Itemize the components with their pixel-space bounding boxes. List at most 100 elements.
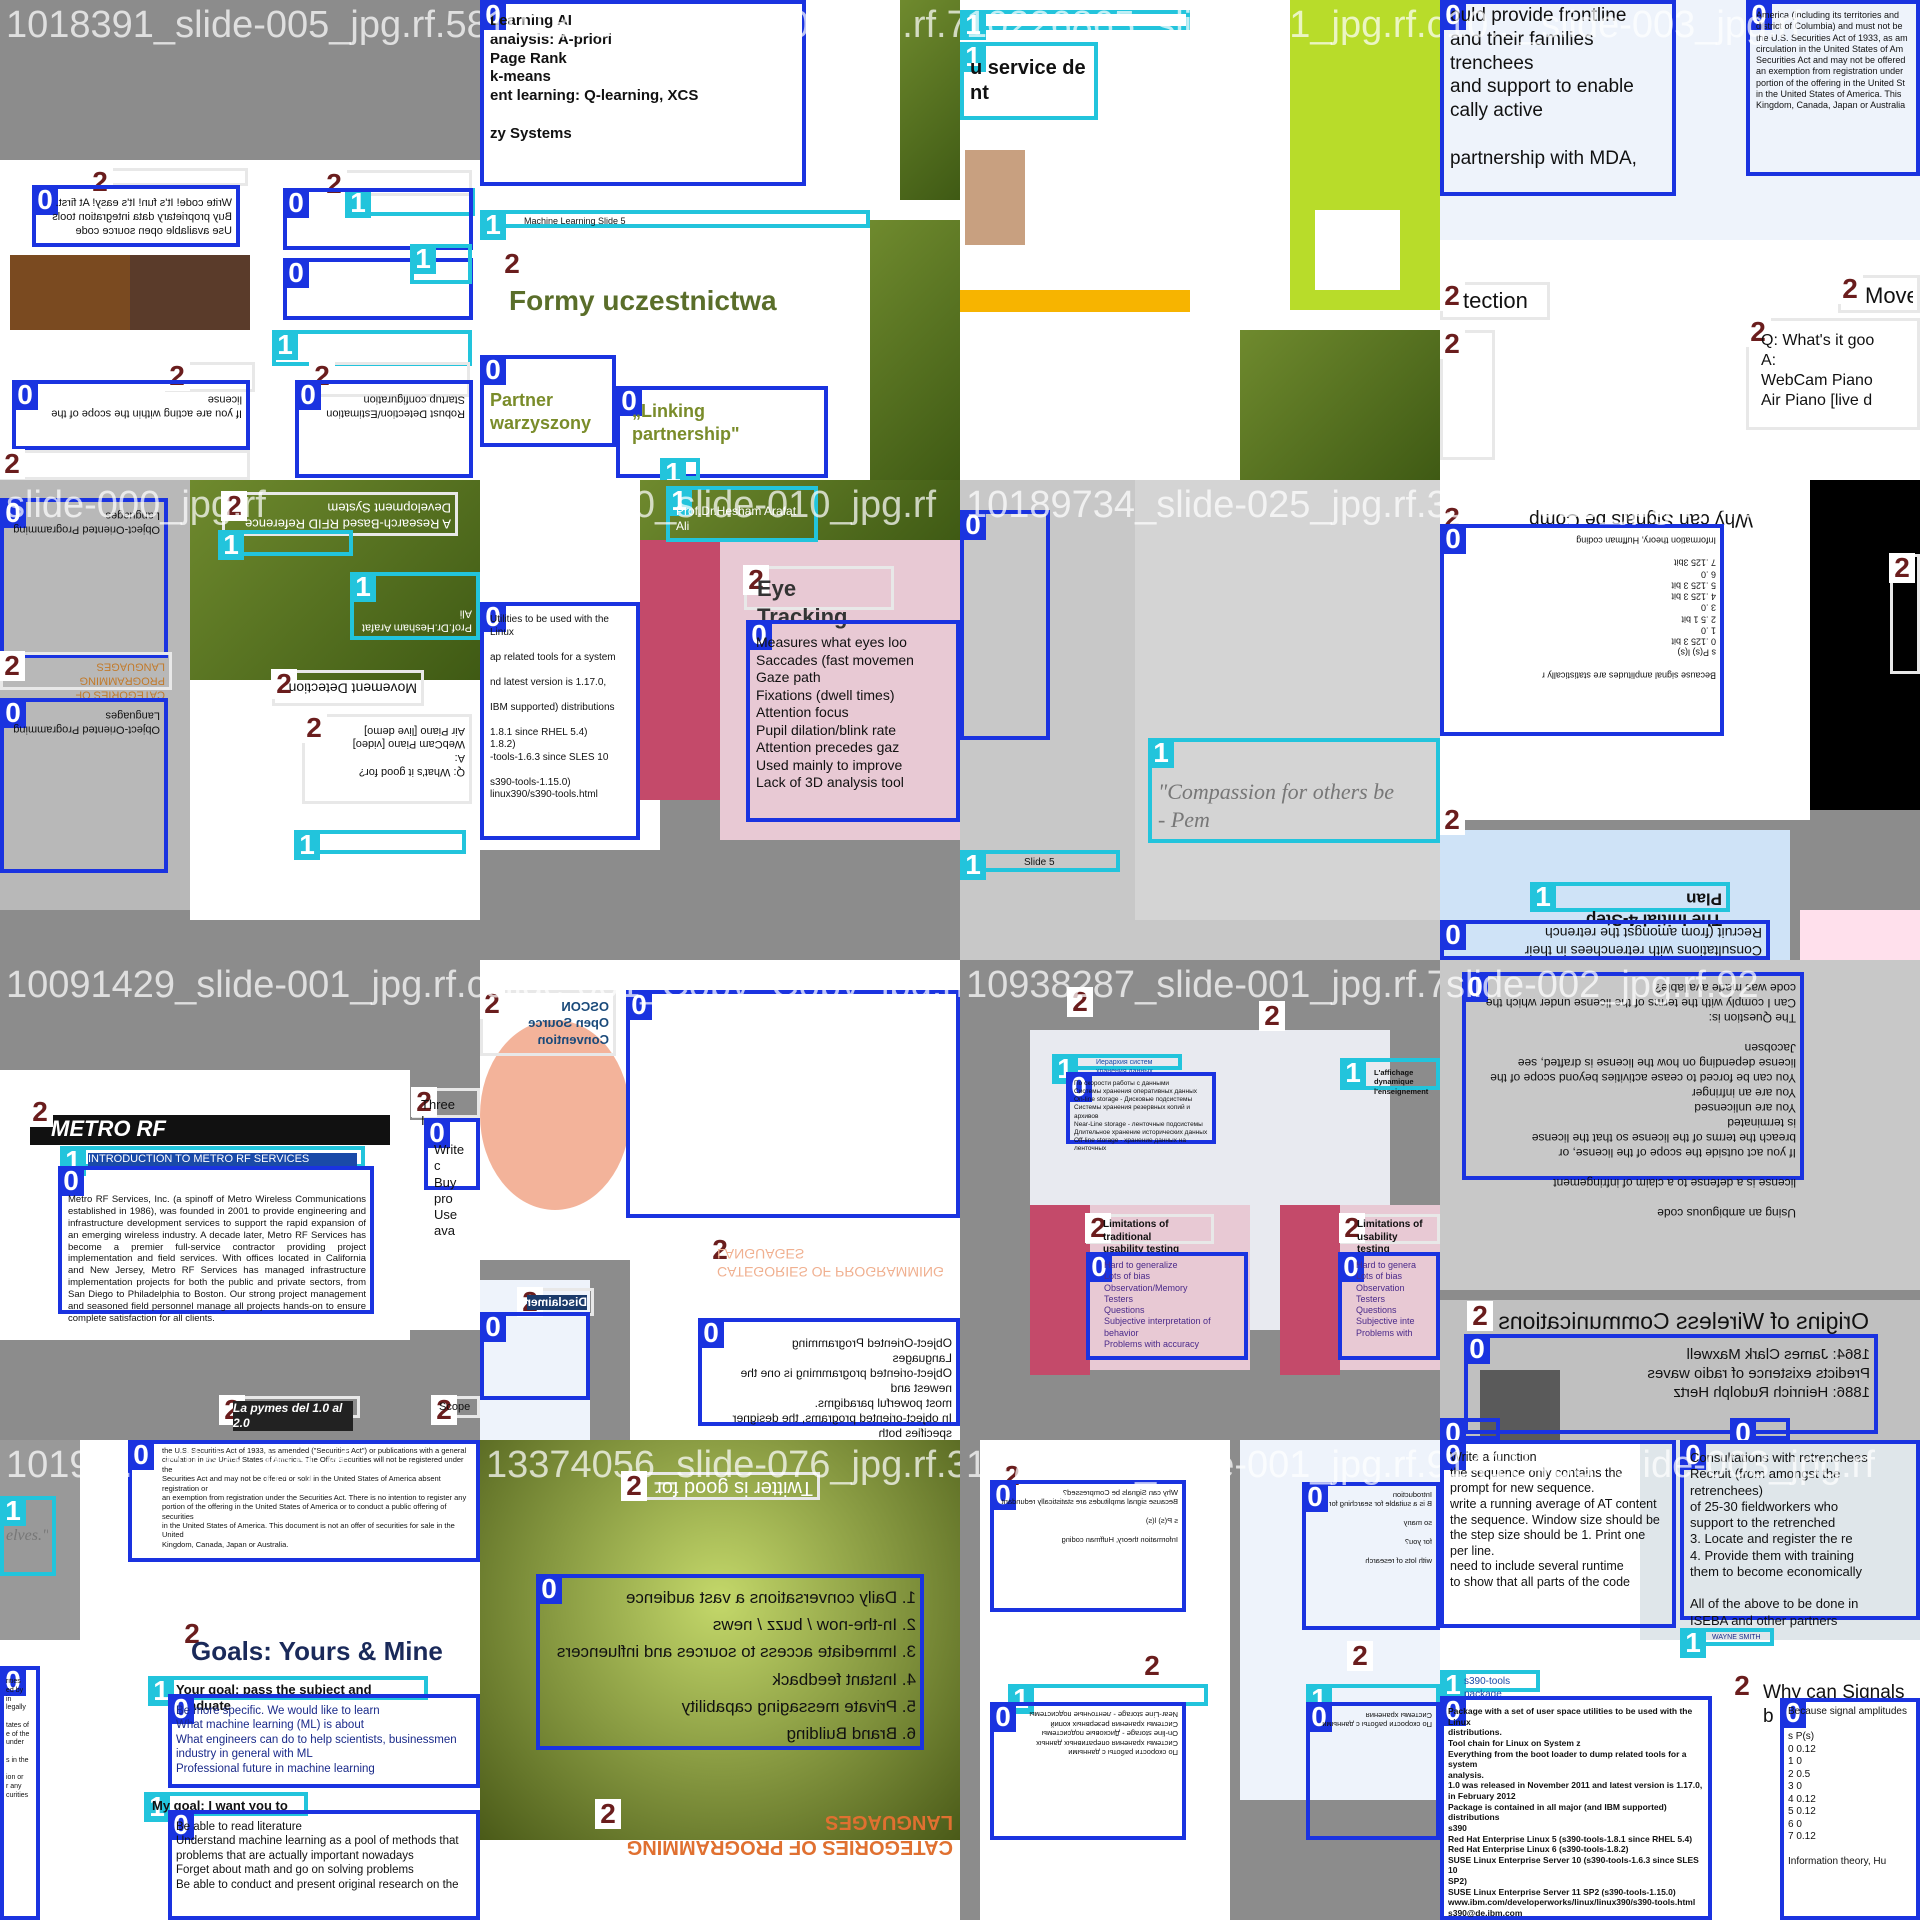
detection-box: 1 bbox=[218, 530, 353, 560]
tile-filename: slide-001_Copy_Copy_jpg.rf bbox=[486, 964, 960, 1006]
tile-filename: 1418433_slide-003_jpg.rf bbox=[1446, 1444, 1875, 1486]
box-text: Write code! It's fun! It's easy! At firs… bbox=[52, 197, 232, 237]
class-label: 2 bbox=[1440, 805, 1465, 835]
detection-box: 0 bbox=[960, 510, 1050, 740]
tile-12: slide-002_jpg.rf.92 0 Using an ambiguous … bbox=[1440, 960, 1920, 1440]
tile-filename: 13374056_slide-076_jpg.rf.36 bbox=[486, 1444, 960, 1486]
box-text: Origins of Wireless Communications bbox=[1498, 1308, 1869, 1334]
detection-box: 1 elves." bbox=[0, 1496, 56, 1576]
detection-box: 1 The Initial 4-Step Plan bbox=[1530, 882, 1730, 930]
class-label: 2 bbox=[27, 1097, 53, 1127]
box-text: Be able to read literature Understand ma… bbox=[176, 1821, 459, 1891]
tile-6: 10184750_slide-010_jpg.rf 1 Prof.Dr.Hesha… bbox=[480, 480, 960, 960]
class-label: 1 bbox=[480, 210, 506, 240]
detection-box: 1 bbox=[294, 830, 466, 860]
detection-box: 2 Limitations of usability testing bbox=[1339, 1213, 1440, 1255]
detection-box: 0 Package with a set of user space utilit… bbox=[1440, 1696, 1712, 1920]
tile-1: 1018391_slide-005_jpg.rf.58 2 0 Write cod… bbox=[0, 0, 480, 480]
detection-box: 0 1. Daily conversations a vast audience … bbox=[536, 1574, 924, 1750]
tile-8: slide-026_jpg.rf.43 2 Why can Signals be … bbox=[1440, 480, 1920, 960]
logo bbox=[1315, 210, 1400, 290]
detection-box: 2Moven bbox=[1837, 274, 1920, 313]
detection-box: 0 bbox=[626, 990, 960, 1218]
tile-filename: 10184750_slide-010_jpg.rf bbox=[486, 484, 937, 526]
box-text: Measures what eyes loo Saccades (fast mo… bbox=[756, 634, 914, 790]
class-label: 1 bbox=[960, 850, 986, 880]
box-text: Goals: Yours & Mine bbox=[191, 1636, 443, 1666]
tile-filename: 10091429_slide-001_jpg.rf.c bbox=[6, 964, 480, 1006]
detection-box: 0 1864: James Clark Maxwell Predicts exis… bbox=[1464, 1334, 1878, 1434]
class-label: 0 bbox=[283, 188, 309, 218]
detection-box: 0 По скорости работы с данными Системы хр… bbox=[1066, 1072, 1216, 1152]
slide-decoration bbox=[1800, 910, 1920, 960]
tile-filename: 10189734_slide-025_jpg.rf.3 bbox=[966, 484, 1440, 526]
tile-filename: 13790063_slide-001_jpg.rf.90 bbox=[966, 1444, 1440, 1486]
class-label: 0 bbox=[1440, 920, 1466, 950]
detection-box: 0 bbox=[283, 188, 473, 250]
detection-box: 2 bbox=[1139, 1651, 1200, 1682]
detection-box: 0 Write c Buy pro Use ava bbox=[424, 1118, 480, 1238]
box-text: Disclaimer bbox=[527, 1295, 587, 1310]
box-text: Q: What's it good for? A: WebCam Piano [… bbox=[352, 724, 465, 778]
tile-filename: slide-002_jpg.rf.92 bbox=[1446, 964, 1759, 1006]
class-label: 2 bbox=[1139, 1651, 1165, 1681]
tile-filename: 10226865_slide-001_jpg.rf.c bbox=[966, 4, 1440, 46]
detection-box: 0 Hard to generalize Lots of bias Observa… bbox=[1086, 1252, 1248, 1360]
slide-decoration bbox=[870, 220, 960, 480]
class-label: 0 bbox=[480, 1312, 506, 1342]
detection-box: 2 Q: What's it goo A: WebCam Piano Air Pi… bbox=[1745, 317, 1920, 430]
tile-14: 13374056_slide-076_jpg.rf.36 2 Twitter is… bbox=[480, 1440, 960, 1920]
detection-box: 0 Utilities to be used with the Linux ap … bbox=[480, 602, 640, 840]
detection-box: 1 s390-tools package bbox=[1440, 1670, 1540, 1700]
box-text: "Compassion for others be - Pem bbox=[1158, 779, 1394, 832]
photo bbox=[10, 255, 130, 330]
detection-box: 2 bbox=[87, 167, 248, 197]
box-text: Robust Detection/Estimation Startup conf… bbox=[326, 393, 465, 420]
detection-box: 1 Slide 5 bbox=[960, 850, 1120, 880]
box-text: Q: What's it goo A: WebCam Piano Air Pia… bbox=[1761, 332, 1875, 409]
box-text: Be more specific. We would like to learn… bbox=[176, 1705, 457, 1775]
detection-box: 2 Movement Detection bbox=[271, 669, 424, 706]
class-label: 2 bbox=[1440, 281, 1465, 311]
box-text: CATEGORIES OF PROGRAMMING LANGUAGES bbox=[717, 1246, 944, 1281]
class-label: 1 bbox=[410, 244, 436, 274]
detection-box: 0 Because signal amplitudes are statistic… bbox=[1440, 524, 1724, 736]
detection-box: 2 Eye Tracking bbox=[743, 565, 894, 629]
box-text: Metro RF Services, Inc. (a spinoff of Me… bbox=[68, 1194, 366, 1324]
detection-box: 0 Because signal amplitudes s P(s) 0 0.12… bbox=[1780, 1698, 1920, 1920]
class-label: 2 bbox=[499, 249, 525, 279]
box-text: „Linking partnership" bbox=[632, 401, 740, 444]
detection-box: 2 tection bbox=[1440, 281, 1550, 320]
box-text: u service de nt bbox=[970, 57, 1086, 104]
detection-box: 2 CATEGORIES OF PROGRAMMING LANGUAGES bbox=[595, 1799, 960, 1870]
class-label: 2 bbox=[1347, 1641, 1373, 1671]
detection-box: 0 Be able to read literature Understand m… bbox=[168, 1810, 480, 1920]
class-label: 1 bbox=[350, 572, 376, 602]
gdc-banner bbox=[640, 540, 720, 800]
detection-box: 1 L'affichage dynamique l'enseignement bbox=[1340, 1058, 1440, 1096]
detection-box: 2Three Imp bbox=[411, 1087, 480, 1128]
tile-filename: slide-000_jpg.rf bbox=[6, 484, 266, 526]
detection-box: 0 Introduction B is a suitable for search… bbox=[1302, 1482, 1440, 1630]
class-label: 2 bbox=[1729, 1671, 1755, 1701]
detection-box: 0 Consultations with retrenchees in their… bbox=[1440, 920, 1770, 960]
box-text: La pymes del 1.0 al 2.0 bbox=[233, 1401, 353, 1431]
detection-box: 1 WAYNE SMITH bbox=[1680, 1628, 1774, 1658]
detection-box: 2 CATEGORIES OF PROGRAMMING LANGUAGES bbox=[0, 651, 172, 700]
box-text: Limitations of traditional usability tes… bbox=[1103, 1219, 1180, 1255]
box-text: Utilities to be used with the Linux ap r… bbox=[490, 614, 616, 800]
mosaic-grid: 1018391_slide-005_jpg.rf.58 2 0 Write cod… bbox=[0, 0, 1920, 1920]
box-text: Prof.Dr.Hesham Arafat Ali bbox=[361, 607, 472, 634]
class-label: 0 bbox=[283, 258, 309, 288]
box-text: Why can Signals be Compressed? Because s… bbox=[1001, 1488, 1178, 1544]
detection-box: 2 Q: What's it good for? A: WebCam Piano … bbox=[301, 713, 472, 804]
detection-box: 0 Object-Oriented Programming Languages O… bbox=[698, 1318, 960, 1440]
box-text: Object-Oriented Programming Languages bbox=[13, 709, 160, 736]
box-text: Partner warzyszony bbox=[490, 390, 592, 433]
box-text: METRO RF bbox=[51, 1116, 166, 1141]
photo bbox=[130, 255, 250, 330]
class-label: 0 bbox=[1730, 1418, 1756, 1440]
detection-box: 0 Object-Oriented Programming Languages bbox=[0, 698, 168, 873]
box-text: Movement Detection bbox=[288, 680, 417, 697]
class-label: 2 bbox=[0, 449, 25, 479]
